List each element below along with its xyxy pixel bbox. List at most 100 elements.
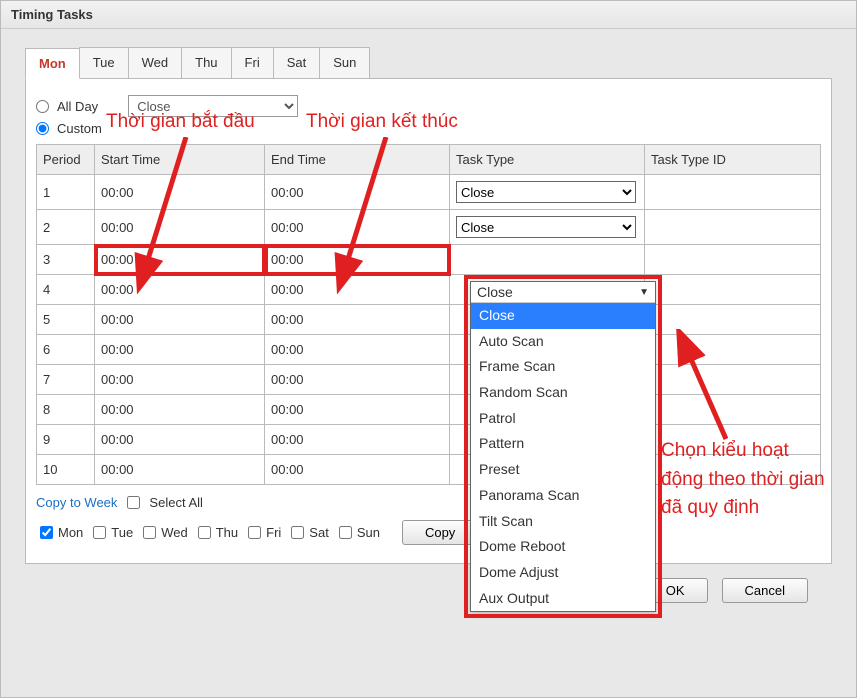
- col-task-type-id: Task Type ID: [645, 145, 821, 175]
- cell-task-type-id[interactable]: [645, 175, 821, 210]
- table-row: 300:0000:00: [37, 245, 821, 275]
- cell-start-time[interactable]: 00:00: [95, 305, 265, 335]
- all-day-radio[interactable]: [36, 100, 49, 113]
- all-day-task-select[interactable]: Close: [128, 95, 298, 117]
- dropdown-option[interactable]: Patrol: [471, 406, 655, 432]
- day-label: Sat: [309, 525, 329, 540]
- cell-period: 2: [37, 210, 95, 245]
- day-checkbox-input[interactable]: [40, 526, 53, 539]
- custom-radio-label[interactable]: Custom: [36, 121, 102, 136]
- cell-task-type-id[interactable]: [645, 245, 821, 275]
- cell-end-time[interactable]: 00:00: [265, 175, 450, 210]
- cell-task-type[interactable]: Close: [450, 210, 645, 245]
- day-checkbox-input[interactable]: [339, 526, 352, 539]
- cell-task-type-id[interactable]: [645, 210, 821, 245]
- dropdown-option[interactable]: Close: [471, 303, 655, 329]
- cell-task-type-id[interactable]: [645, 395, 821, 425]
- cell-task-type-id[interactable]: [645, 425, 821, 455]
- cell-start-time[interactable]: 00:00: [95, 275, 265, 305]
- task-type-dropdown[interactable]: Close ▼ CloseAuto ScanFrame ScanRandom S…: [470, 281, 656, 612]
- day-label: Thu: [216, 525, 238, 540]
- dropdown-selected: Close: [477, 284, 513, 300]
- day-tabs: MonTueWedThuFriSatSun: [25, 47, 832, 79]
- cell-task-type-id[interactable]: [645, 275, 821, 305]
- select-all-label: Select All: [149, 495, 202, 510]
- tab-thu[interactable]: Thu: [181, 47, 231, 78]
- tab-fri[interactable]: Fri: [231, 47, 274, 78]
- copy-button[interactable]: Copy: [402, 520, 478, 545]
- day-checkbox-input[interactable]: [198, 526, 211, 539]
- cell-start-time[interactable]: 00:00: [95, 245, 265, 275]
- day-checkbox-mon[interactable]: Mon: [36, 523, 83, 542]
- cell-start-time[interactable]: 00:00: [95, 365, 265, 395]
- dropdown-option[interactable]: Random Scan: [471, 380, 655, 406]
- col-end-time: End Time: [265, 145, 450, 175]
- day-checkbox-sun[interactable]: Sun: [335, 523, 380, 542]
- dropdown-option[interactable]: Panorama Scan: [471, 483, 655, 509]
- cell-task-type-id[interactable]: [645, 455, 821, 485]
- cell-task-type-id[interactable]: [645, 305, 821, 335]
- cell-end-time[interactable]: 00:00: [265, 395, 450, 425]
- dropdown-option[interactable]: Tilt Scan: [471, 509, 655, 535]
- task-type-select[interactable]: Close: [456, 216, 636, 238]
- day-checkbox-input[interactable]: [248, 526, 261, 539]
- day-checkbox-input[interactable]: [291, 526, 304, 539]
- cell-start-time[interactable]: 00:00: [95, 395, 265, 425]
- cell-end-time[interactable]: 00:00: [265, 335, 450, 365]
- tab-mon[interactable]: Mon: [25, 48, 80, 79]
- day-checkbox-tue[interactable]: Tue: [89, 523, 133, 542]
- tab-wed[interactable]: Wed: [128, 47, 183, 78]
- col-period: Period: [37, 145, 95, 175]
- table-row: 1000:0000:00: [37, 455, 821, 485]
- cell-start-time[interactable]: 00:00: [95, 335, 265, 365]
- day-label: Tue: [111, 525, 133, 540]
- cell-end-time[interactable]: 00:00: [265, 365, 450, 395]
- table-row: 500:0000:00: [37, 305, 821, 335]
- tab-tue[interactable]: Tue: [79, 47, 129, 78]
- day-checkbox-wed[interactable]: Wed: [139, 523, 188, 542]
- cell-end-time[interactable]: 00:00: [265, 275, 450, 305]
- cell-period: 4: [37, 275, 95, 305]
- cell-end-time[interactable]: 00:00: [265, 425, 450, 455]
- cell-task-type[interactable]: [450, 245, 645, 275]
- cell-period: 3: [37, 245, 95, 275]
- day-label: Wed: [161, 525, 188, 540]
- cell-start-time[interactable]: 00:00: [95, 210, 265, 245]
- select-all-checkbox[interactable]: [127, 496, 140, 509]
- table-row: 900:0000:00: [37, 425, 821, 455]
- tab-sun[interactable]: Sun: [319, 47, 370, 78]
- day-checkbox-thu[interactable]: Thu: [194, 523, 238, 542]
- table-row: 800:0000:00: [37, 395, 821, 425]
- dropdown-option[interactable]: Dome Adjust: [471, 560, 655, 586]
- cell-task-type-id[interactable]: [645, 335, 821, 365]
- col-task-type: Task Type: [450, 145, 645, 175]
- cancel-button[interactable]: Cancel: [722, 578, 808, 603]
- tab-sat[interactable]: Sat: [273, 47, 321, 78]
- window-title: Timing Tasks: [1, 1, 856, 29]
- dropdown-option[interactable]: Preset: [471, 457, 655, 483]
- day-checkbox-input[interactable]: [143, 526, 156, 539]
- cell-task-type-id[interactable]: [645, 365, 821, 395]
- cell-start-time[interactable]: 00:00: [95, 425, 265, 455]
- cell-end-time[interactable]: 00:00: [265, 305, 450, 335]
- day-checkbox-input[interactable]: [93, 526, 106, 539]
- all-day-radio-label[interactable]: All Day: [36, 99, 98, 114]
- cell-task-type[interactable]: Close: [450, 175, 645, 210]
- custom-radio[interactable]: [36, 122, 49, 135]
- day-checkbox-fri[interactable]: Fri: [244, 523, 281, 542]
- task-type-select[interactable]: Close: [456, 181, 636, 203]
- copy-to-week-link[interactable]: Copy to Week: [36, 495, 117, 510]
- dropdown-option[interactable]: Pattern: [471, 431, 655, 457]
- dropdown-option[interactable]: Frame Scan: [471, 354, 655, 380]
- dropdown-option[interactable]: Dome Reboot: [471, 534, 655, 560]
- cell-end-time[interactable]: 00:00: [265, 455, 450, 485]
- cell-period: 9: [37, 425, 95, 455]
- day-checkbox-sat[interactable]: Sat: [287, 523, 329, 542]
- dropdown-option[interactable]: Aux Output: [471, 586, 655, 612]
- dropdown-option[interactable]: Auto Scan: [471, 329, 655, 355]
- config-panel: All Day Close Custom Period: [25, 79, 832, 564]
- cell-end-time[interactable]: 00:00: [265, 245, 450, 275]
- cell-end-time[interactable]: 00:00: [265, 210, 450, 245]
- cell-start-time[interactable]: 00:00: [95, 455, 265, 485]
- cell-start-time[interactable]: 00:00: [95, 175, 265, 210]
